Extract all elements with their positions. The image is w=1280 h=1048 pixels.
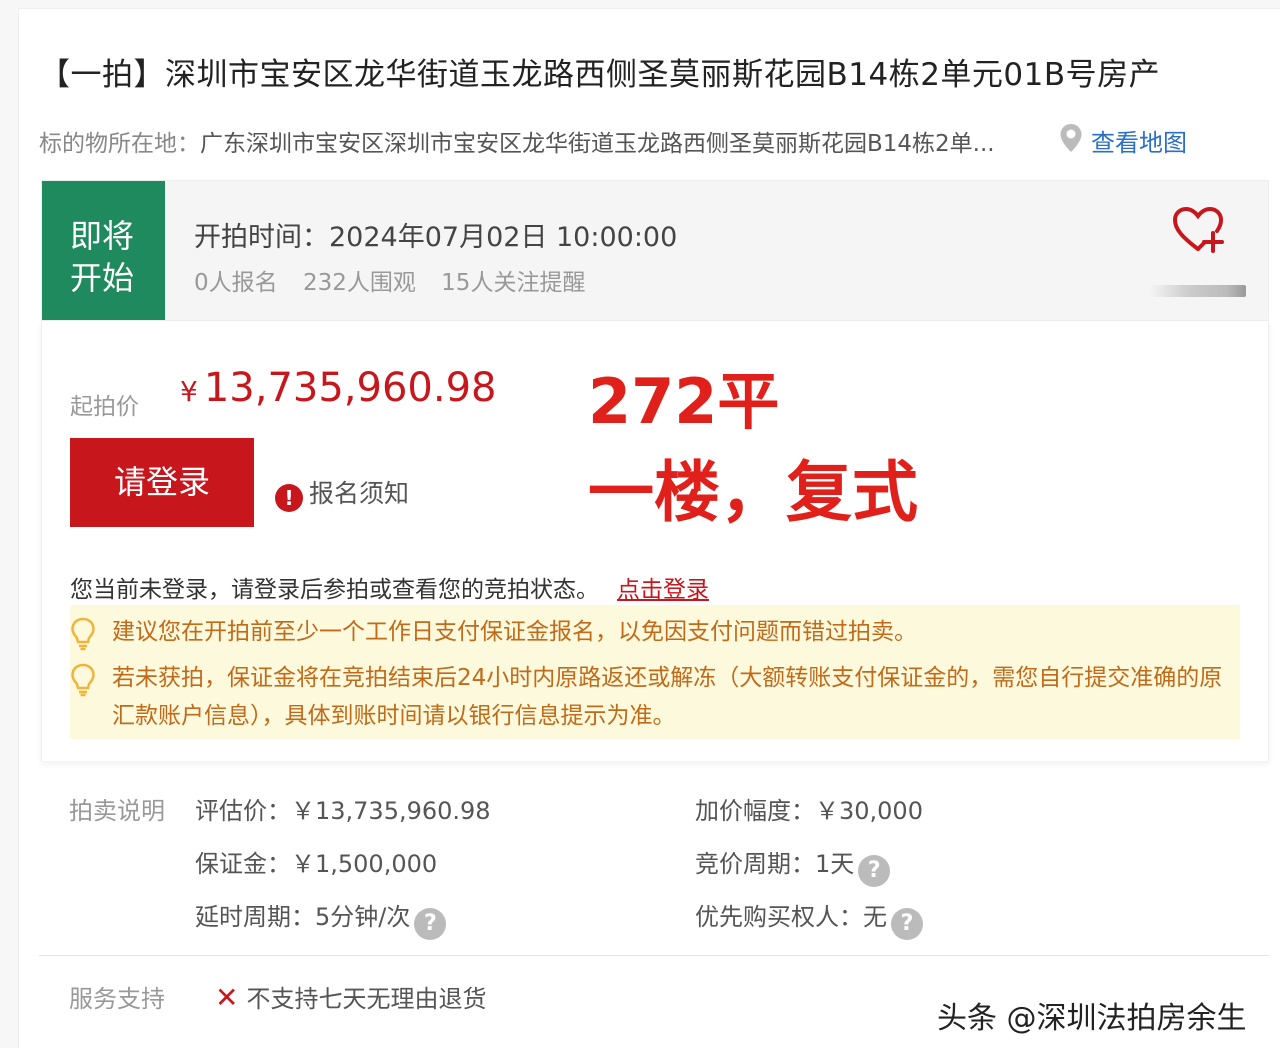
status-badge-line2: 开始: [70, 259, 135, 297]
status-badge-line1: 即将: [70, 217, 135, 255]
page-title: 【一拍】深圳市宝安区龙华街道玉龙路西侧圣莫丽斯花园B14栋2单元01B号房产: [39, 57, 1161, 93]
service-support-label: 服务支持: [69, 985, 165, 1013]
start-time: 开拍时间：2024年07月02日 10:00:00: [194, 222, 678, 253]
starting-price-label: 起拍价: [70, 394, 139, 420]
preemption-right-text: 优先购买权人：无: [695, 903, 887, 931]
click-login-link[interactable]: 点击登录: [617, 577, 709, 603]
appraisal-price: 评估价：￥13,735,960.98: [195, 797, 491, 825]
registration-notice-link[interactable]: ! 报名须知: [275, 474, 409, 512]
tip-item: 建议您在开拍前至少一个工作日支付保证金报名，以免因支付问题而错过拍卖。: [70, 613, 1240, 651]
bid-increment: 加价幅度：￥30,000: [695, 797, 923, 825]
login-hint: 您当前未登录，请登录后参拍或查看您的竞拍状态。 点击登录: [70, 570, 709, 604]
x-icon: ✕: [215, 981, 239, 1014]
watermark: 头条 @深圳法拍房余生: [937, 1001, 1247, 1036]
warning-icon: !: [275, 484, 303, 512]
blurred-follow-label: [1150, 285, 1246, 297]
bulb-icon: [71, 663, 95, 697]
viewer-count: 232人围观: [302, 270, 416, 296]
status-badge: 即将 开始: [42, 181, 165, 320]
divider: [39, 955, 1269, 956]
view-map-link[interactable]: 查看地图: [1091, 123, 1187, 158]
tip-text: 建议您在开拍前至少一个工作日支付保证金报名，以免因支付问题而错过拍卖。: [112, 619, 917, 645]
auction-stats: 0人报名 232人围观 15人关注提醒: [194, 263, 603, 297]
bid-panel: 起拍价 ¥13,735,960.98 272平 一楼，复式 请登录 ! 报名须知 …: [41, 321, 1269, 761]
registration-notice-label: 报名须知: [309, 479, 410, 508]
heart-plus-icon[interactable]: [1172, 207, 1224, 255]
tip-text: 若未获拍，保证金将在竞拍结束后24小时内原路返还或解冻（大额转账支付保证金的，需…: [112, 665, 1223, 729]
tip-item: 若未获拍，保证金将在竞拍结束后24小时内原路返还或解冻（大额转账支付保证金的，需…: [70, 659, 1240, 735]
question-icon[interactable]: ?: [891, 908, 923, 940]
deposit: 保证金：￥1,500,000: [195, 850, 438, 878]
starting-price: ¥13,735,960.98: [180, 365, 496, 411]
auction-info-label: 拍卖说明: [69, 797, 165, 825]
map-pin-icon: [1060, 124, 1082, 152]
question-icon[interactable]: ?: [858, 855, 891, 887]
preemption-right: 优先购买权人：无?: [695, 897, 923, 940]
service-support-item: ✕ 不支持七天无理由退货: [215, 979, 486, 1014]
extension-period: 延时周期：5分钟/次?: [195, 897, 447, 940]
location-label: 标的物所在地：: [39, 131, 200, 157]
currency-symbol: ¥: [180, 375, 198, 408]
login-button[interactable]: 请登录: [70, 438, 254, 527]
bulb-icon: [71, 617, 95, 651]
question-icon[interactable]: ?: [414, 908, 447, 940]
bidding-cycle: 竞价周期：1天?: [695, 844, 891, 887]
login-hint-text: 您当前未登录，请登录后参拍或查看您的竞拍状态。: [70, 577, 599, 603]
starting-price-value: 13,735,960.98: [203, 365, 497, 411]
area-annotation: 272平: [588, 365, 780, 438]
bidding-cycle-text: 竞价周期：1天: [695, 850, 855, 878]
location-value: 广东深圳市宝安区深圳市宝安区龙华街道玉龙路西侧圣莫丽斯花园B14栋2单...: [200, 131, 995, 157]
service-support-text: 不支持七天无理由退货: [246, 985, 487, 1013]
follower-count: 15人关注提醒: [441, 270, 586, 296]
floor-annotation: 一楼，复式: [588, 454, 918, 531]
location-row: 标的物所在地：广东深圳市宝安区深圳市宝安区龙华街道玉龙路西侧圣莫丽斯花园B14栋…: [39, 124, 995, 158]
auction-page: 【一拍】深圳市宝安区龙华街道玉龙路西侧圣莫丽斯花园B14栋2单元01B号房产 标…: [18, 8, 1280, 1048]
extension-period-text: 延时周期：5分钟/次: [195, 903, 411, 931]
tips-box: 建议您在开拍前至少一个工作日支付保证金报名，以免因支付问题而错过拍卖。 若未获拍…: [70, 605, 1240, 739]
signup-count: 0人报名: [194, 270, 278, 296]
status-bar: 即将 开始 开拍时间：2024年07月02日 10:00:00 0人报名 232…: [41, 180, 1269, 321]
